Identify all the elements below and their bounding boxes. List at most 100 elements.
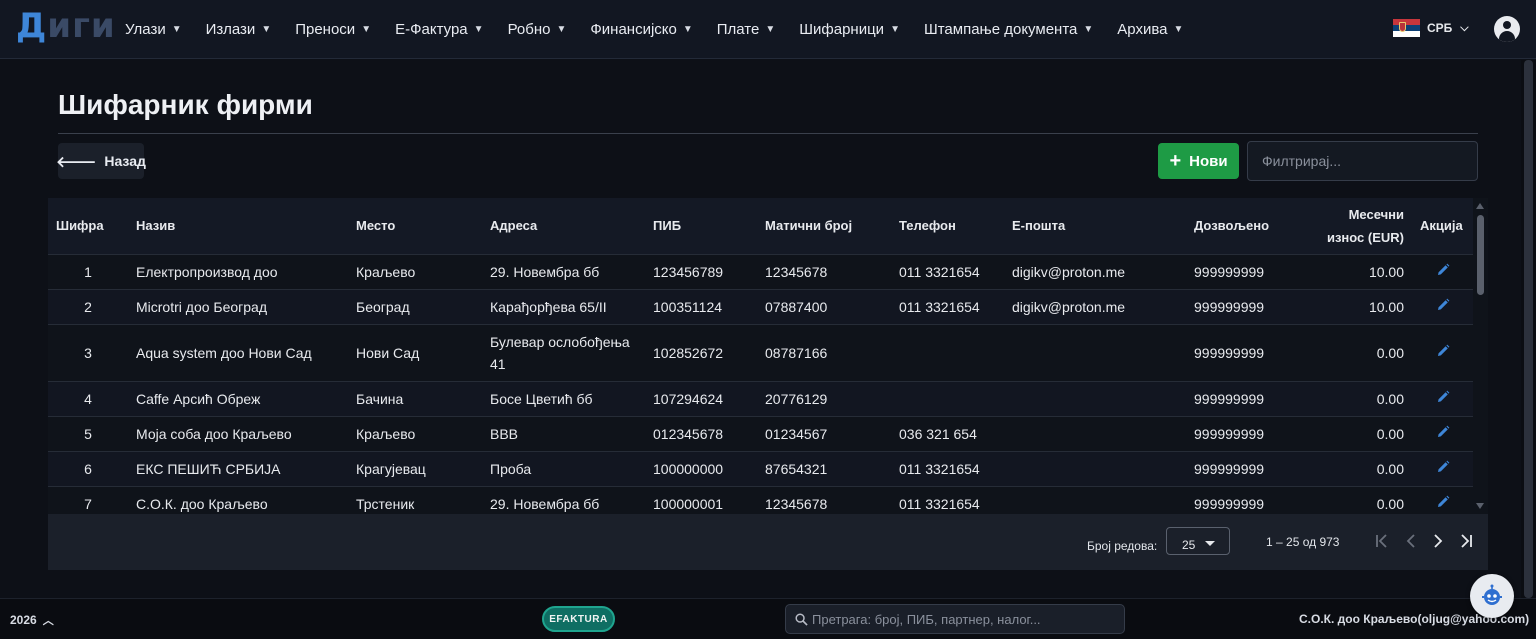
table-row[interactable]: 2 Microtri доо Београд Београд Карађорђева … xyxy=(48,288,1473,324)
assistant-bot-icon xyxy=(1482,584,1502,605)
col-naziv[interactable]: Назив xyxy=(128,198,348,254)
cell-pib: 107294624 xyxy=(645,380,757,416)
cell-telefon xyxy=(891,323,1004,381)
nav-izlazi[interactable]: Излази ▼ xyxy=(194,0,284,59)
cell-dozvoljeno: 999999999 xyxy=(1186,253,1298,289)
serbia-flag-icon xyxy=(1393,19,1420,37)
cell-action xyxy=(1412,253,1473,289)
cell-naziv: Моја соба доо Краљево xyxy=(128,415,348,451)
nav-robno-label: Робно xyxy=(507,21,551,38)
nav-stampanje[interactable]: Штампање документа ▼ xyxy=(912,0,1105,59)
col-adresa[interactable]: Адреса xyxy=(482,198,645,254)
new-button[interactable]: + Нови xyxy=(1158,143,1239,179)
table-row[interactable]: 7 С.О.К. доо Краљево Трстеник 29. Новембра … xyxy=(48,485,1473,514)
edit-pencil-icon[interactable] xyxy=(1436,388,1450,402)
col-sifra[interactable]: Шифра xyxy=(48,198,128,254)
table-row[interactable]: 1 Електропроизвод доо Краљево 29. Новембра … xyxy=(48,253,1473,289)
edit-pencil-icon[interactable] xyxy=(1436,342,1450,356)
caret-down-icon: ▼ xyxy=(682,24,693,35)
efaktura-badge[interactable]: EFAKTURA xyxy=(542,606,615,632)
nav-prenosi-label: Преноси xyxy=(295,21,356,38)
user-account-icon[interactable] xyxy=(1494,16,1520,42)
nav-sifarnici-label: Шифарници xyxy=(799,21,885,38)
first-page-button[interactable] xyxy=(1372,530,1392,552)
edit-pencil-icon[interactable] xyxy=(1436,493,1450,507)
nav-sifarnici[interactable]: Шифарници ▼ xyxy=(787,0,912,59)
cell-mesto: Трстеник xyxy=(348,485,482,514)
page-scrollbar[interactable] xyxy=(1521,60,1536,598)
col-dozvoljeno[interactable]: Дозвољено xyxy=(1186,198,1298,254)
cell-action xyxy=(1412,450,1473,486)
table-row[interactable]: 3 Aqua system доо Нови Сад Нови Сад Булевар… xyxy=(48,323,1473,381)
cell-email xyxy=(1004,323,1186,381)
cell-pib: 123456789 xyxy=(645,253,757,289)
cell-iznos: 10.00 xyxy=(1298,288,1412,324)
nav-ulazi[interactable]: Улази ▼ xyxy=(113,0,194,59)
chevron-up-icon: ︿ xyxy=(42,615,54,627)
nav-efaktura[interactable]: Е-Фактура ▼ xyxy=(383,0,495,59)
cell-adresa: Босе Цветић бб xyxy=(482,380,645,416)
col-mesecni-iznos[interactable]: Месечни износ (EUR) xyxy=(1298,198,1412,254)
back-button[interactable]: 🡐 Назад xyxy=(56,143,146,179)
cell-iznos: 0.00 xyxy=(1298,415,1412,451)
cell-maticni: 01234567 xyxy=(757,415,891,451)
assistant-fab[interactable] xyxy=(1470,574,1514,618)
cell-sifra: 3 xyxy=(48,323,128,381)
edit-pencil-icon[interactable] xyxy=(1436,296,1450,310)
filter-input[interactable] xyxy=(1247,141,1478,181)
last-page-icon xyxy=(1461,534,1472,548)
global-search[interactable] xyxy=(785,604,1125,634)
nav-izlazi-label: Излази xyxy=(205,21,256,38)
cell-iznos: 0.00 xyxy=(1298,380,1412,416)
next-page-button[interactable] xyxy=(1428,530,1448,552)
col-mesto[interactable]: Место xyxy=(348,198,482,254)
cell-pib: 100000001 xyxy=(645,485,757,514)
cell-sifra: 6 xyxy=(48,450,128,486)
table-row[interactable]: 5 Моја соба доо Краљево Краљево ВВВ 01234567… xyxy=(48,415,1473,451)
nav-arhiva[interactable]: Архива ▼ xyxy=(1105,0,1195,59)
edit-pencil-icon[interactable] xyxy=(1436,261,1450,275)
nav-ulazi-label: Улази xyxy=(125,21,166,38)
edit-pencil-icon[interactable] xyxy=(1436,458,1450,472)
global-search-input[interactable] xyxy=(812,605,1118,633)
col-email[interactable]: Е-пошта xyxy=(1004,198,1186,254)
paginator: Број редова: 25 1 – 25 од 973 xyxy=(48,514,1488,570)
caret-down-icon: ▼ xyxy=(261,24,272,35)
cell-maticni: 08787166 xyxy=(757,323,891,381)
edit-pencil-icon[interactable] xyxy=(1436,423,1450,437)
cell-iznos: 10.00 xyxy=(1298,253,1412,289)
col-telefon[interactable]: Телефон xyxy=(891,198,1004,254)
language-selector[interactable]: СРБ ⌵ xyxy=(1393,19,1469,37)
main-menu: Улази ▼ Излази ▼ Преноси ▼ Е-Фактура ▼ Робно ▼ Фин… xyxy=(113,0,1195,59)
nav-plate[interactable]: Плате ▼ xyxy=(705,0,788,59)
nav-prenosi[interactable]: Преноси ▼ xyxy=(283,0,383,59)
nav-robno[interactable]: Робно ▼ xyxy=(496,0,579,59)
table-scrollbar[interactable] xyxy=(1473,198,1488,514)
cell-adresa: 29. Новембра бб xyxy=(482,253,645,289)
table-row[interactable]: 4 Caffe Арсић Обреж Бачина Босе Цветић бб 10… xyxy=(48,380,1473,416)
cell-iznos: 0.00 xyxy=(1298,323,1412,381)
back-button-label: Назад xyxy=(104,153,146,169)
app-logo[interactable]: Диги xyxy=(16,6,116,46)
nav-stampanje-label: Штампање документа xyxy=(923,21,1078,38)
cell-naziv: Aqua system доо Нови Сад xyxy=(128,323,348,381)
year-selector[interactable]: 2026 ︿ xyxy=(10,612,54,628)
cell-sifra: 2 xyxy=(48,288,128,324)
cell-sifra: 5 xyxy=(48,415,128,451)
cell-mesto: Нови Сад xyxy=(348,323,482,381)
cell-email xyxy=(1004,485,1186,514)
nav-finansijsko[interactable]: Финансијско ▼ xyxy=(578,0,704,59)
prev-page-button[interactable] xyxy=(1401,530,1421,552)
language-label: СРБ xyxy=(1427,21,1453,35)
col-maticni[interactable]: Матични број xyxy=(757,198,891,254)
table-row[interactable]: 6 ЕКС ПЕШИЋ СРБИЈА Крагујевац Проба 10000000… xyxy=(48,450,1473,486)
cell-dozvoljeno: 999999999 xyxy=(1186,323,1298,381)
page-size-select[interactable]: 25 xyxy=(1166,527,1230,555)
last-page-button[interactable] xyxy=(1456,530,1476,552)
caret-down-icon: ▼ xyxy=(1083,24,1094,35)
cell-maticni: 07887400 xyxy=(757,288,891,324)
cell-email xyxy=(1004,450,1186,486)
cell-maticni: 12345678 xyxy=(757,253,891,289)
col-akcija: Акција xyxy=(1420,218,1463,234)
col-pib[interactable]: ПИБ xyxy=(645,198,757,254)
